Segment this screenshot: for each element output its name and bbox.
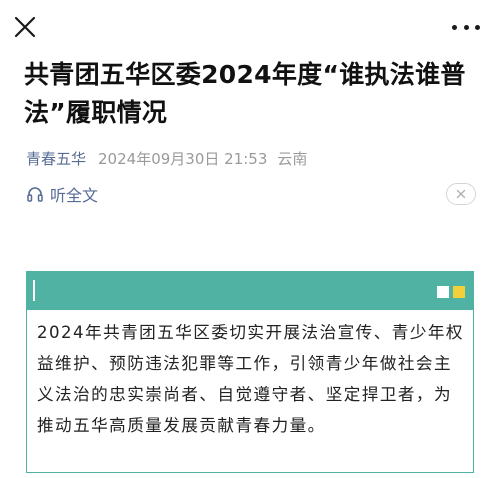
summary-card: 2024年共青团五华区委切实开展法治宣传、青少年权益维护、预防违法犯罪等工作，引… — [26, 271, 474, 473]
close-listen-button[interactable] — [446, 183, 476, 205]
headphones-icon — [27, 187, 43, 202]
header-accent-bar — [33, 280, 35, 301]
close-button[interactable] — [12, 14, 38, 40]
more-options-button[interactable] — [452, 16, 480, 38]
article-title: 共青团五华区委2024年度“谁执法谁普法”履职情况 — [24, 60, 466, 127]
publish-location: 云南 — [277, 150, 308, 168]
publish-datetime: 2024年09月30日 21:53 — [98, 150, 268, 168]
more-dots-icon — [452, 24, 457, 30]
article-meta: 青春五华 2024年09月30日 21:53 云南 — [26, 148, 307, 170]
summary-text: 2024年共青团五华区委切实开展法治宣传、青少年权益维护、预防违法犯罪等工作，引… — [37, 323, 464, 435]
listen-label: 听全文 — [50, 186, 99, 205]
account-name-link[interactable]: 青春五华 — [26, 150, 86, 168]
close-icon — [14, 16, 36, 38]
close-small-icon — [456, 189, 466, 199]
white-square-decoration — [437, 286, 449, 298]
yellow-square-decoration — [453, 286, 465, 298]
top-bar — [0, 0, 500, 54]
card-header-band — [27, 272, 473, 310]
listen-full-text-button[interactable]: 听全文 — [26, 183, 98, 205]
